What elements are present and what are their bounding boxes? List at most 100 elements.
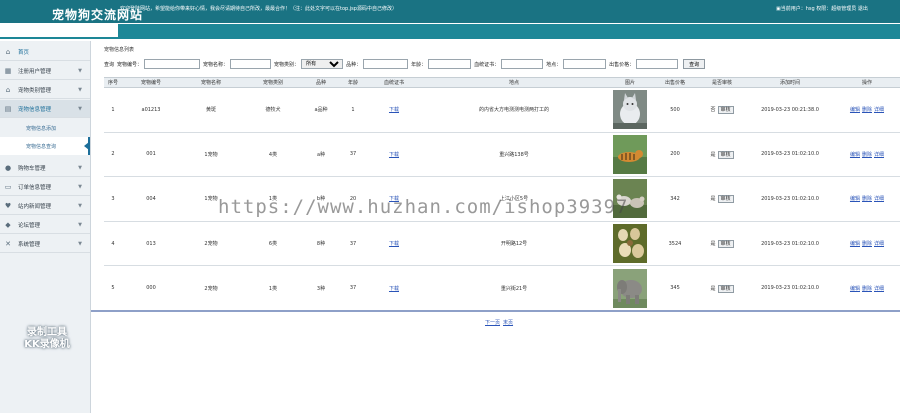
cell-category: 德牧犬 bbox=[242, 87, 304, 133]
edit-link[interactable]: 编辑 bbox=[850, 241, 860, 247]
column-header: 地点 bbox=[420, 77, 608, 88]
news-icon: ♥ bbox=[4, 201, 12, 210]
detail-link[interactable]: 详细 bbox=[874, 286, 884, 292]
edit-link[interactable]: 编辑 bbox=[850, 152, 860, 158]
category-select[interactable]: 所有 bbox=[301, 59, 344, 69]
column-header: 出售价格 bbox=[652, 77, 698, 88]
download-link[interactable]: 下载 bbox=[389, 286, 399, 292]
price-input[interactable] bbox=[636, 59, 679, 69]
category-icon: ⌂ bbox=[5, 85, 11, 94]
chevron-down-icon: ▼ bbox=[78, 241, 82, 247]
edit-link[interactable]: 编辑 bbox=[850, 286, 860, 292]
detail-link[interactable]: 详细 bbox=[874, 107, 884, 113]
edit-link[interactable]: 编辑 bbox=[850, 196, 860, 202]
audit-button[interactable]: 审核 bbox=[717, 195, 734, 204]
cell-image bbox=[608, 265, 652, 311]
sidebar-item-orders[interactable]: ▭ 订单信息管理 ▼ bbox=[0, 178, 90, 196]
download-link[interactable]: 下载 bbox=[389, 241, 399, 247]
cert-input[interactable] bbox=[501, 59, 544, 69]
column-header: 年龄 bbox=[338, 77, 368, 88]
order-icon: ▭ bbox=[4, 182, 12, 191]
download-link[interactable]: 下载 bbox=[389, 107, 399, 113]
column-header: 品种 bbox=[304, 77, 338, 88]
username: hsg bbox=[805, 6, 815, 12]
logout-link[interactable]: 退出 bbox=[858, 6, 868, 12]
cell-time: 2019-03-23 01:02:10.0 bbox=[746, 176, 834, 222]
table-row: 1 a01213 黄斑 德牧犬 a品种 1 下载 的内省大方电测测电测两打工的 500 否审核 20… bbox=[104, 87, 900, 133]
cell-cert: 下载 bbox=[368, 132, 420, 178]
chevron-down-icon: ▼ bbox=[78, 203, 82, 209]
cell-breed: 3种 bbox=[304, 265, 338, 311]
cell-ops: 编辑 删除 详细 bbox=[834, 221, 900, 267]
sidebar-item-cart[interactable]: ● 购物车管理 ▼ bbox=[0, 159, 90, 177]
column-header: 序号 bbox=[104, 77, 122, 88]
search-button[interactable]: 查询 bbox=[683, 59, 706, 69]
breed-input[interactable] bbox=[363, 59, 409, 69]
sidebar-sub-pet-query[interactable]: 宠物信息查询 bbox=[0, 137, 90, 155]
cell-age: 37 bbox=[338, 221, 368, 267]
pet-photo[interactable] bbox=[613, 90, 647, 130]
recorder-badge: 录制工具 KK录像机 bbox=[24, 327, 70, 350]
last-page-link[interactable]: 末页 bbox=[503, 320, 513, 326]
cell-breed: a品种 bbox=[304, 87, 338, 133]
cell-time: 2019-03-23 00:21:38.0 bbox=[746, 87, 834, 133]
chevron-down-icon: ▼ bbox=[78, 68, 82, 74]
audit-button[interactable]: 审核 bbox=[717, 150, 734, 159]
cell-price: 500 bbox=[652, 87, 698, 133]
next-page-link[interactable]: 下一页 bbox=[485, 320, 500, 326]
table-row: 4 013 2宠物 6类 8种 37 下载 开明路12号 3524 是审核 2019-03-23 0… bbox=[104, 221, 900, 267]
edit-link[interactable]: 编辑 bbox=[850, 107, 860, 113]
user-info: ▣当前用户：hsg 权限：超级管理员 退出 bbox=[776, 6, 868, 12]
cell-time: 2019-03-23 01:02:10.0 bbox=[746, 132, 834, 178]
cell-audit: 是审核 bbox=[698, 132, 746, 178]
sidebar-item-users[interactable]: ▦ 注册用户管理 ▼ bbox=[0, 62, 90, 80]
age-input[interactable] bbox=[428, 59, 472, 69]
audit-button[interactable]: 审核 bbox=[717, 284, 734, 293]
delete-link[interactable]: 删除 bbox=[862, 286, 872, 292]
sidebar-item-category[interactable]: ⌂ 宠物类别管理 ▼ bbox=[0, 81, 90, 99]
cell-no: 2 bbox=[104, 132, 122, 178]
cell-audit: 否审核 bbox=[698, 87, 746, 133]
cell-no: 1 bbox=[104, 87, 122, 133]
pet-photo[interactable] bbox=[613, 224, 647, 264]
sidebar-item-pet-info[interactable]: ▤ 宠物信息管理 ▼ bbox=[0, 100, 90, 118]
delete-link[interactable]: 删除 bbox=[862, 196, 872, 202]
sidebar-item-news[interactable]: ♥ 站内新闻管理 ▼ bbox=[0, 197, 90, 215]
home-icon: ⌂ bbox=[5, 47, 11, 56]
detail-link[interactable]: 详细 bbox=[874, 152, 884, 158]
cart-icon: ● bbox=[4, 163, 12, 172]
cell-image bbox=[608, 221, 652, 267]
detail-link[interactable]: 详细 bbox=[874, 196, 884, 202]
notice-bar bbox=[0, 23, 900, 39]
cell-pet-id: 001 bbox=[122, 132, 180, 178]
table-header: 序号 宠物编号 宠物名称 宠物类别 品种 年龄 血统证书 地点 图片 出售价格 是否审核 添加时间 操作 bbox=[104, 77, 900, 88]
sidebar-item-home[interactable]: ⌂ 首页 bbox=[0, 43, 90, 61]
cell-ops: 编辑 删除 详细 bbox=[834, 87, 900, 133]
download-link[interactable]: 下载 bbox=[389, 152, 399, 158]
delete-link[interactable]: 删除 bbox=[862, 152, 872, 158]
pet-id-input[interactable] bbox=[144, 59, 201, 69]
sidebar-item-forum[interactable]: ◆ 论坛管理 ▼ bbox=[0, 216, 90, 234]
delete-link[interactable]: 删除 bbox=[862, 107, 872, 113]
location-input[interactable] bbox=[563, 59, 607, 69]
pet-photo[interactable] bbox=[613, 134, 647, 174]
delete-link[interactable]: 删除 bbox=[862, 241, 872, 247]
chevron-down-icon: ▼ bbox=[78, 222, 82, 228]
detail-link[interactable]: 详细 bbox=[874, 241, 884, 247]
cell-category: 6类 bbox=[242, 221, 304, 267]
cell-cert: 下载 bbox=[368, 87, 420, 133]
column-header: 是否审核 bbox=[698, 77, 746, 88]
cell-price: 200 bbox=[652, 132, 698, 178]
cell-no: 4 bbox=[104, 221, 122, 267]
cell-category: 4类 bbox=[242, 132, 304, 178]
column-header: 添加时间 bbox=[746, 77, 834, 88]
cell-age: 37 bbox=[338, 265, 368, 311]
audit-button[interactable]: 审核 bbox=[717, 240, 734, 249]
cell-location: 重兴街21号 bbox=[420, 265, 608, 311]
sidebar-sub-pet-add[interactable]: 宠物信息添加 bbox=[0, 119, 90, 137]
audit-button[interactable]: 审核 bbox=[717, 106, 734, 115]
sidebar-item-system[interactable]: ✕ 系统管理 ▼ bbox=[0, 235, 90, 253]
pet-name-input[interactable] bbox=[230, 59, 272, 69]
pet-photo[interactable] bbox=[613, 268, 647, 308]
cell-pet-name: 黄斑 bbox=[180, 87, 242, 133]
